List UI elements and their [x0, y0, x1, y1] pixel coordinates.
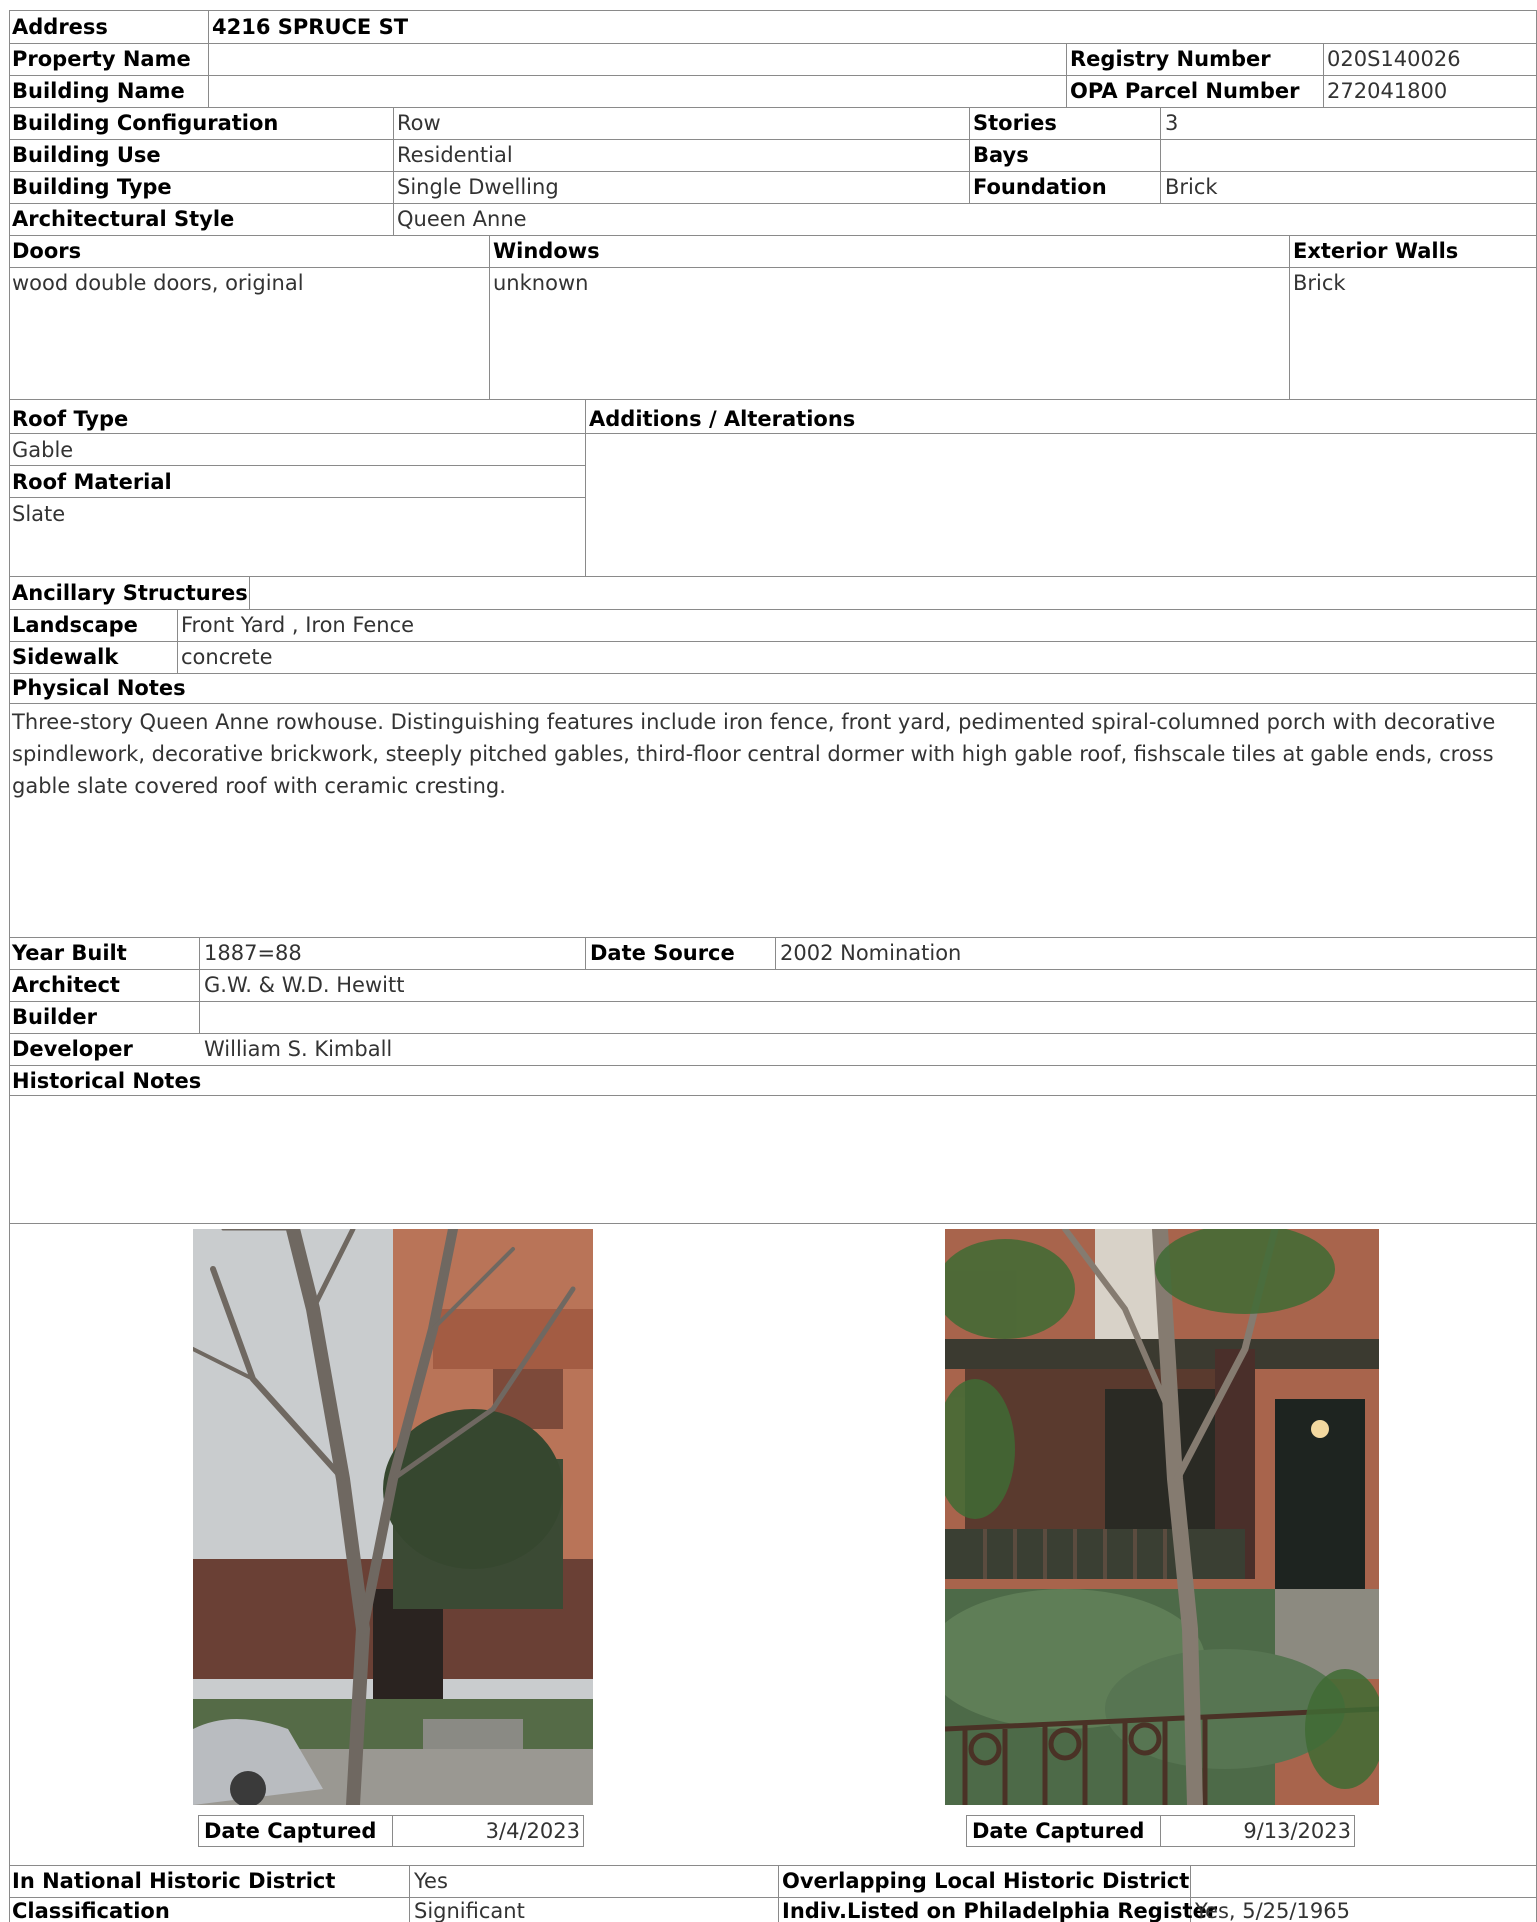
- national-district-value: Yes: [414, 1869, 448, 1893]
- property-name-label: Property Name: [12, 47, 191, 71]
- building-name-label: Building Name: [12, 79, 185, 103]
- building-photo-street-view: [193, 1229, 593, 1805]
- sidewalk-label: Sidewalk: [12, 645, 119, 669]
- ancillary-structures-label: Ancillary Structures: [12, 581, 248, 605]
- roof-type-label: Roof Type: [12, 407, 129, 431]
- builder-label: Builder: [12, 1005, 97, 1029]
- building-type-label: Building Type: [12, 175, 172, 199]
- photo-1-date-value: 3/4/2023: [485, 1819, 580, 1843]
- address-value: 4216 SPRUCE ST: [212, 15, 409, 39]
- stories-label: Stories: [973, 111, 1057, 135]
- foundation-label: Foundation: [973, 175, 1107, 199]
- opa-parcel-label: OPA Parcel Number: [1070, 79, 1300, 103]
- year-built-value: 1887=88: [204, 941, 302, 965]
- architectural-style-value: Queen Anne: [397, 207, 527, 231]
- building-configuration-value: Row: [397, 111, 441, 135]
- architectural-style-label: Architectural Style: [12, 207, 235, 231]
- physical-notes-label: Physical Notes: [12, 676, 186, 700]
- landscape-value: Front Yard , Iron Fence: [181, 613, 415, 637]
- architect-label: Architect: [12, 973, 120, 997]
- developer-value: William S. Kimball: [204, 1037, 393, 1061]
- national-district-label: In National Historic District: [12, 1869, 336, 1893]
- building-photo-porch-detail: [945, 1229, 1379, 1805]
- roof-type-value: Gable: [12, 438, 74, 462]
- opa-parcel-value: 272041800: [1327, 79, 1448, 103]
- photo-2-date-value: 9/13/2023: [1243, 1819, 1351, 1843]
- philadelphia-register-value: Yes, 5/25/1965: [1195, 1899, 1350, 1922]
- building-configuration-label: Building Configuration: [12, 111, 279, 135]
- philadelphia-register-label: Indiv.Listed on Philadelphia Register: [782, 1899, 1218, 1922]
- exterior-walls-label: Exterior Walls: [1293, 239, 1459, 263]
- classification-value: Significant: [414, 1899, 525, 1922]
- doors-label: Doors: [12, 239, 82, 263]
- doors-value: wood double doors, original: [12, 271, 304, 295]
- photo-1-date-label: Date Captured: [204, 1819, 377, 1843]
- windows-value: unknown: [493, 271, 589, 295]
- address-label: Address: [12, 15, 108, 39]
- date-source-value: 2002 Nomination: [780, 941, 962, 965]
- roof-material-value: Slate: [12, 502, 66, 526]
- foundation-value: Brick: [1165, 175, 1218, 199]
- additions-alterations-label: Additions / Alterations: [589, 407, 856, 431]
- exterior-walls-value: Brick: [1293, 271, 1346, 295]
- stories-value: 3: [1165, 111, 1179, 135]
- sidewalk-value: concrete: [181, 645, 273, 669]
- bays-label: Bays: [973, 143, 1029, 167]
- registry-number-label: Registry Number: [1070, 47, 1271, 71]
- registry-number-value: 020S140026: [1327, 47, 1461, 71]
- photo-2-date-label: Date Captured: [972, 1819, 1145, 1843]
- classification-label: Classification: [12, 1899, 170, 1922]
- landscape-label: Landscape: [12, 613, 138, 637]
- date-source-label: Date Source: [590, 941, 735, 965]
- physical-notes-text: Three-story Queen Anne rowhouse. Disting…: [12, 710, 1496, 798]
- windows-label: Windows: [493, 239, 600, 263]
- roof-material-label: Roof Material: [12, 470, 172, 494]
- building-use-label: Building Use: [12, 143, 161, 167]
- building-use-value: Residential: [397, 143, 513, 167]
- local-district-label: Overlapping Local Historic District: [782, 1869, 1190, 1893]
- year-built-label: Year Built: [12, 941, 127, 965]
- building-type-value: Single Dwelling: [397, 175, 559, 199]
- architect-value: G.W. & W.D. Hewitt: [204, 973, 405, 997]
- historical-notes-label: Historical Notes: [12, 1069, 202, 1093]
- developer-label: Developer: [12, 1037, 133, 1061]
